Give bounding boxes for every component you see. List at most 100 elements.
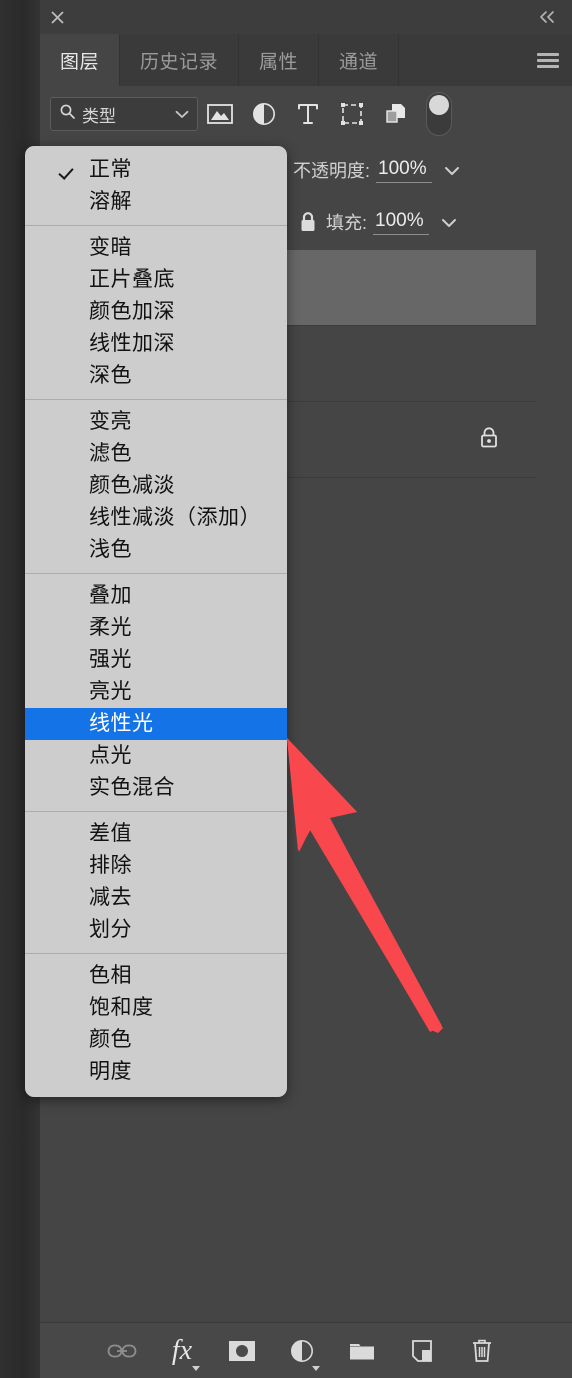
menu-item-lighter-color[interactable]: 浅色 xyxy=(25,534,287,566)
menu-item-label: 叠加 xyxy=(89,584,132,607)
blend-mode-dropdown-menu[interactable]: 正常 溶解 变暗 正片叠底 颜色加深 线性加深 深色 变亮 滤色 颜色减淡 线性… xyxy=(25,146,287,1097)
menu-item-saturation[interactable]: 饱和度 xyxy=(25,992,287,1024)
menu-item-soft-light[interactable]: 柔光 xyxy=(25,612,287,644)
adjustment-caret-icon xyxy=(312,1365,320,1371)
panel-menu-button[interactable] xyxy=(524,34,572,86)
menu-item-hard-mix[interactable]: 实色混合 xyxy=(25,772,287,804)
search-icon xyxy=(59,103,76,125)
menu-item-label: 亮光 xyxy=(89,680,132,703)
menu-item-label: 划分 xyxy=(89,918,132,941)
menu-item-hard-light[interactable]: 强光 xyxy=(25,644,287,676)
layers-bottom-toolbar: fx xyxy=(40,1322,572,1378)
link-layers-icon[interactable] xyxy=(102,1329,142,1373)
menu-item-linear-light[interactable]: 线性光 xyxy=(25,708,287,740)
panel-tab-bar: 图层 历史记录 属性 通道 xyxy=(40,34,572,86)
menu-item-label: 实色混合 xyxy=(89,776,175,799)
menu-item-label: 颜色加深 xyxy=(89,300,175,323)
layer-style-fx-icon[interactable]: fx xyxy=(162,1329,202,1373)
menu-item-label: 差值 xyxy=(89,822,132,845)
menu-separator xyxy=(25,225,287,226)
fx-label: fx xyxy=(171,1334,193,1366)
shape-filter-icon[interactable] xyxy=(330,94,374,134)
menu-separator xyxy=(25,573,287,574)
menu-item-linear-dodge[interactable]: 线性减淡（添加） xyxy=(25,502,287,534)
opacity-chevron-down-icon[interactable] xyxy=(444,160,460,181)
hamburger-menu-icon xyxy=(537,50,559,71)
menu-item-divide[interactable]: 划分 xyxy=(25,914,287,946)
filter-type-label: 类型 xyxy=(82,106,116,126)
menu-item-label: 线性光 xyxy=(89,712,154,735)
menu-item-label: 柔光 xyxy=(89,616,132,639)
menu-item-label: 颜色减淡 xyxy=(89,474,175,497)
add-layer-mask-icon[interactable] xyxy=(222,1329,262,1373)
menu-item-dissolve[interactable]: 溶解 xyxy=(25,186,287,218)
menu-item-label: 排除 xyxy=(89,854,132,877)
photoshop-layers-panel-screenshot: 图层 历史记录 属性 通道 类型 不透明度: 100% 填充: 100% fx … xyxy=(0,0,572,1378)
menu-item-label: 正常 xyxy=(89,158,132,181)
menu-item-darker-color[interactable]: 深色 xyxy=(25,360,287,392)
menu-item-exclusion[interactable]: 排除 xyxy=(25,850,287,882)
menu-item-vivid-light[interactable]: 亮光 xyxy=(25,676,287,708)
new-layer-icon[interactable] xyxy=(402,1329,442,1373)
menu-item-normal[interactable]: 正常 xyxy=(25,154,287,186)
menu-separator xyxy=(25,399,287,400)
layer-lock-icon[interactable] xyxy=(478,425,500,454)
menu-item-label: 变亮 xyxy=(89,410,132,433)
menu-item-color-burn[interactable]: 颜色加深 xyxy=(25,296,287,328)
menu-item-screen[interactable]: 滤色 xyxy=(25,438,287,470)
tab-properties-label: 属性 xyxy=(259,51,299,73)
fill-chevron-down-icon[interactable] xyxy=(441,212,457,233)
menu-item-color[interactable]: 颜色 xyxy=(25,1024,287,1056)
smart-object-filter-icon[interactable] xyxy=(374,94,418,134)
tab-layers-label: 图层 xyxy=(60,51,100,73)
tab-history[interactable]: 历史记录 xyxy=(120,34,240,86)
tab-channels[interactable]: 通道 xyxy=(319,34,400,86)
filter-toggle-switch[interactable] xyxy=(426,92,452,136)
adjustment-filter-icon[interactable] xyxy=(242,94,286,134)
collapse-panel-icon[interactable] xyxy=(532,0,564,34)
menu-item-label: 减去 xyxy=(89,886,132,909)
lock-icon[interactable] xyxy=(298,211,318,233)
chevron-down-icon xyxy=(175,104,189,124)
tab-channels-label: 通道 xyxy=(339,51,379,73)
layer-filter-toolbar: 类型 xyxy=(40,86,572,142)
menu-item-label: 饱和度 xyxy=(89,996,154,1019)
fill-value-input[interactable]: 100% xyxy=(373,210,430,235)
menu-item-label: 线性减淡（添加） xyxy=(89,506,261,529)
menu-item-darken[interactable]: 变暗 xyxy=(25,232,287,264)
close-icon[interactable] xyxy=(40,0,74,34)
menu-item-color-dodge[interactable]: 颜色减淡 xyxy=(25,470,287,502)
menu-item-subtract[interactable]: 减去 xyxy=(25,882,287,914)
menu-item-label: 浅色 xyxy=(89,538,132,561)
fx-caret-icon xyxy=(192,1365,200,1371)
menu-item-label: 明度 xyxy=(89,1060,132,1083)
menu-item-linear-burn[interactable]: 线性加深 xyxy=(25,328,287,360)
new-group-icon[interactable] xyxy=(342,1329,382,1373)
tab-history-label: 历史记录 xyxy=(140,51,219,73)
filter-type-select[interactable]: 类型 xyxy=(50,97,198,131)
delete-layer-icon[interactable] xyxy=(462,1329,502,1373)
menu-item-label: 强光 xyxy=(89,648,132,671)
menu-item-label: 颜色 xyxy=(89,1028,132,1051)
menu-separator xyxy=(25,953,287,954)
menu-item-multiply[interactable]: 正片叠底 xyxy=(25,264,287,296)
menu-item-label: 变暗 xyxy=(89,236,132,259)
menu-item-difference[interactable]: 差值 xyxy=(25,818,287,850)
image-filter-icon[interactable] xyxy=(198,94,242,134)
menu-item-label: 色相 xyxy=(89,964,132,987)
opacity-value-input[interactable]: 100% xyxy=(376,158,433,183)
tab-bar-spacer xyxy=(399,34,524,86)
type-filter-icon[interactable] xyxy=(286,94,330,134)
menu-item-label: 深色 xyxy=(89,364,132,387)
opacity-label: 不透明度: xyxy=(293,161,371,181)
menu-item-luminosity[interactable]: 明度 xyxy=(25,1056,287,1088)
menu-item-pin-light[interactable]: 点光 xyxy=(25,740,287,772)
tab-layers[interactable]: 图层 xyxy=(40,34,121,86)
new-adjustment-layer-icon[interactable] xyxy=(282,1329,322,1373)
menu-item-label: 滤色 xyxy=(89,442,132,465)
menu-item-overlay[interactable]: 叠加 xyxy=(25,580,287,612)
menu-item-hue[interactable]: 色相 xyxy=(25,960,287,992)
panel-titlebar xyxy=(40,0,572,34)
menu-item-lighten[interactable]: 变亮 xyxy=(25,406,287,438)
tab-properties[interactable]: 属性 xyxy=(239,34,320,86)
